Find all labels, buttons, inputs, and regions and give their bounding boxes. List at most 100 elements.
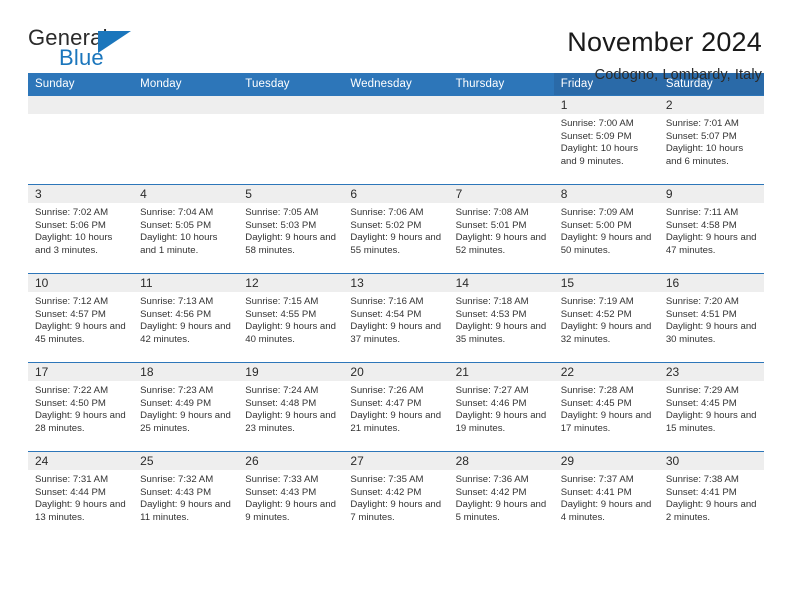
calendar-page: General Blue November 2024 Codogno, Lomb…	[0, 0, 792, 612]
general-blue-logo[interactable]: General Blue	[28, 27, 138, 73]
calendar-day-cell[interactable]: 12 Sunrise: 7:15 AM Sunset: 4:55 PM Dayligh…	[238, 273, 344, 363]
calendar-day-cell[interactable]: 6 Sunrise: 7:06 AM Sunset: 5:02 PM Daylight…	[343, 184, 449, 274]
day-number	[448, 96, 554, 114]
sunset-text: Sunset: 5:01 PM	[455, 219, 527, 231]
day-details: Sunrise: 7:28 AM Sunset: 4:45 PM Daylight:…	[554, 381, 659, 435]
calendar-day-cell[interactable]: 14 Sunrise: 7:18 AM Sunset: 4:53 PM Dayligh…	[448, 273, 554, 363]
day-details: Sunrise: 7:33 AM Sunset: 4:43 PM Daylight:…	[238, 470, 343, 524]
calendar-day-cell[interactable]: 24 Sunrise: 7:31 AM Sunset: 4:44 PM Dayligh…	[28, 451, 134, 541]
sunrise-text: Sunrise: 7:12 AM	[35, 296, 109, 307]
title-block: November 2024 Codogno, Lombardy, Italy	[567, 27, 764, 83]
sunset-text: Sunset: 4:57 PM	[35, 308, 106, 320]
daylight-text: Daylight: 9 hours and 45 minutes.	[35, 321, 126, 345]
calendar-day-cell[interactable]: 17 Sunrise: 7:22 AM Sunset: 4:50 PM Dayligh…	[28, 362, 134, 452]
calendar-day-cell[interactable]: 19 Sunrise: 7:24 AM Sunset: 4:48 PM Dayligh…	[238, 362, 344, 452]
sunrise-text: Sunrise: 7:26 AM	[350, 385, 424, 396]
calendar-day-cell[interactable]: 27 Sunrise: 7:35 AM Sunset: 4:42 PM Dayligh…	[343, 451, 449, 541]
calendar-day-cell[interactable]: 29 Sunrise: 7:37 AM Sunset: 4:41 PM Dayligh…	[553, 451, 659, 541]
calendar-day-cell[interactable]: 7 Sunrise: 7:08 AM Sunset: 5:01 PM Daylight…	[448, 184, 554, 274]
sunset-text: Sunset: 4:45 PM	[560, 397, 632, 409]
daylight-text: Daylight: 9 hours and 47 minutes.	[665, 232, 757, 256]
calendar-day-cell[interactable]: 8 Sunrise: 7:09 AM Sunset: 5:00 PM Daylight…	[553, 184, 659, 274]
calendar-day-cell[interactable]: 22 Sunrise: 7:28 AM Sunset: 4:45 PM Dayligh…	[553, 362, 659, 452]
daylight-text: Daylight: 10 hours and 3 minutes.	[35, 232, 113, 256]
calendar-day-cell[interactable]: 5 Sunrise: 7:05 AM Sunset: 5:03 PM Daylight…	[238, 184, 344, 274]
daylight-text: Daylight: 9 hours and 4 minutes.	[560, 499, 652, 523]
day-number: 5	[238, 185, 344, 203]
sunrise-text: Sunrise: 7:23 AM	[140, 385, 214, 396]
day-number: 14	[448, 274, 554, 292]
sunset-text: Sunset: 4:56 PM	[140, 308, 212, 320]
sunrise-text: Sunrise: 7:05 AM	[245, 207, 319, 218]
day-number: 28	[448, 452, 554, 470]
day-details: Sunrise: 7:22 AM Sunset: 4:50 PM Daylight:…	[28, 381, 133, 435]
calendar-day-cell[interactable]: 23 Sunrise: 7:29 AM Sunset: 4:45 PM Dayligh…	[658, 362, 764, 452]
sunset-text: Sunset: 4:53 PM	[455, 308, 527, 320]
day-details: Sunrise: 7:23 AM Sunset: 4:49 PM Daylight:…	[133, 381, 238, 435]
day-number: 10	[28, 274, 134, 292]
day-number: 19	[238, 363, 344, 381]
sunset-text: Sunset: 4:48 PM	[245, 397, 317, 409]
sunrise-text: Sunrise: 7:15 AM	[245, 296, 319, 307]
calendar-day-cell[interactable]: 13 Sunrise: 7:16 AM Sunset: 4:54 PM Dayligh…	[343, 273, 449, 363]
daylight-text: Daylight: 9 hours and 37 minutes.	[350, 321, 442, 345]
calendar-day-cell[interactable]: 21 Sunrise: 7:27 AM Sunset: 4:46 PM Dayligh…	[448, 362, 554, 452]
day-number: 25	[133, 452, 239, 470]
sunrise-text: Sunrise: 7:18 AM	[455, 296, 529, 307]
calendar-day-cell[interactable]: 30 Sunrise: 7:38 AM Sunset: 4:41 PM Dayligh…	[658, 451, 764, 541]
calendar-day-cell[interactable]: 2 Sunrise: 7:01 AM Sunset: 5:07 PM Daylight…	[658, 95, 764, 185]
daylight-text: Daylight: 9 hours and 23 minutes.	[245, 410, 336, 434]
calendar-day-cell[interactable]: 10 Sunrise: 7:12 AM Sunset: 4:57 PM Dayligh…	[28, 273, 134, 363]
sunset-text: Sunset: 5:06 PM	[35, 219, 106, 231]
calendar-day-cell[interactable]: 1 Sunrise: 7:00 AM Sunset: 5:09 PM Daylight…	[553, 95, 659, 185]
sunrise-text: Sunrise: 7:20 AM	[665, 296, 739, 307]
day-number: 12	[238, 274, 344, 292]
day-number: 13	[343, 274, 449, 292]
calendar-day-cell[interactable]: 28 Sunrise: 7:36 AM Sunset: 4:42 PM Dayligh…	[448, 451, 554, 541]
daylight-text: Daylight: 9 hours and 52 minutes.	[455, 232, 547, 256]
daylight-text: Daylight: 9 hours and 7 minutes.	[350, 499, 442, 523]
sunrise-text: Sunrise: 7:28 AM	[560, 385, 634, 396]
sunrise-text: Sunrise: 7:06 AM	[350, 207, 424, 218]
daylight-text: Daylight: 10 hours and 6 minutes.	[665, 143, 744, 167]
day-number	[343, 96, 449, 114]
day-number: 9	[658, 185, 764, 203]
daylight-text: Daylight: 9 hours and 19 minutes.	[455, 410, 547, 434]
sunset-text: Sunset: 4:43 PM	[245, 486, 317, 498]
day-number: 4	[133, 185, 239, 203]
calendar-day-cell[interactable]: 9 Sunrise: 7:11 AM Sunset: 4:58 PM Daylight…	[658, 184, 764, 274]
day-number: 26	[238, 452, 344, 470]
calendar-week-row: 3 Sunrise: 7:02 AM Sunset: 5:06 PM Daylight…	[28, 184, 764, 274]
calendar-day-cell[interactable]: 18 Sunrise: 7:23 AM Sunset: 4:49 PM Dayligh…	[133, 362, 239, 452]
sunrise-text: Sunrise: 7:02 AM	[35, 207, 109, 218]
daylight-text: Daylight: 9 hours and 25 minutes.	[140, 410, 231, 434]
calendar-day-cell[interactable]: 11 Sunrise: 7:13 AM Sunset: 4:56 PM Dayligh…	[133, 273, 239, 363]
sunset-text: Sunset: 5:00 PM	[560, 219, 632, 231]
day-details: Sunrise: 7:20 AM Sunset: 4:51 PM Daylight:…	[659, 292, 764, 346]
day-number: 24	[28, 452, 134, 470]
sunset-text: Sunset: 4:46 PM	[455, 397, 527, 409]
daylight-text: Daylight: 9 hours and 35 minutes.	[455, 321, 547, 345]
calendar-week-row: 17 Sunrise: 7:22 AM Sunset: 4:50 PM Dayligh…	[28, 362, 764, 452]
calendar-day-cell-empty	[28, 95, 134, 185]
calendar-day-cell[interactable]: 3 Sunrise: 7:02 AM Sunset: 5:06 PM Daylight…	[28, 184, 134, 274]
calendar-day-cell[interactable]: 16 Sunrise: 7:20 AM Sunset: 4:51 PM Dayligh…	[658, 273, 764, 363]
calendar-day-cell-empty	[448, 95, 554, 185]
calendar-week-row: 1 Sunrise: 7:00 AM Sunset: 5:09 PM Daylight…	[28, 95, 764, 185]
daylight-text: Daylight: 9 hours and 40 minutes.	[245, 321, 336, 345]
day-number: 16	[658, 274, 764, 292]
day-number	[28, 96, 134, 114]
day-number: 29	[553, 452, 659, 470]
day-number: 23	[658, 363, 764, 381]
sunrise-text: Sunrise: 7:35 AM	[350, 474, 424, 485]
calendar-day-cell[interactable]: 26 Sunrise: 7:33 AM Sunset: 4:43 PM Dayligh…	[238, 451, 344, 541]
weekday-header-sunday: Sunday	[28, 73, 134, 96]
calendar-day-cell[interactable]: 15 Sunrise: 7:19 AM Sunset: 4:52 PM Dayligh…	[553, 273, 659, 363]
sunrise-text: Sunrise: 7:22 AM	[35, 385, 109, 396]
day-number: 20	[343, 363, 449, 381]
calendar-day-cell[interactable]: 4 Sunrise: 7:04 AM Sunset: 5:05 PM Daylight…	[133, 184, 239, 274]
calendar-day-cell[interactable]: 25 Sunrise: 7:32 AM Sunset: 4:43 PM Dayligh…	[133, 451, 239, 541]
weekday-header-wednesday: Wednesday	[343, 73, 449, 96]
day-number: 8	[553, 185, 659, 203]
calendar-day-cell[interactable]: 20 Sunrise: 7:26 AM Sunset: 4:47 PM Dayligh…	[343, 362, 449, 452]
